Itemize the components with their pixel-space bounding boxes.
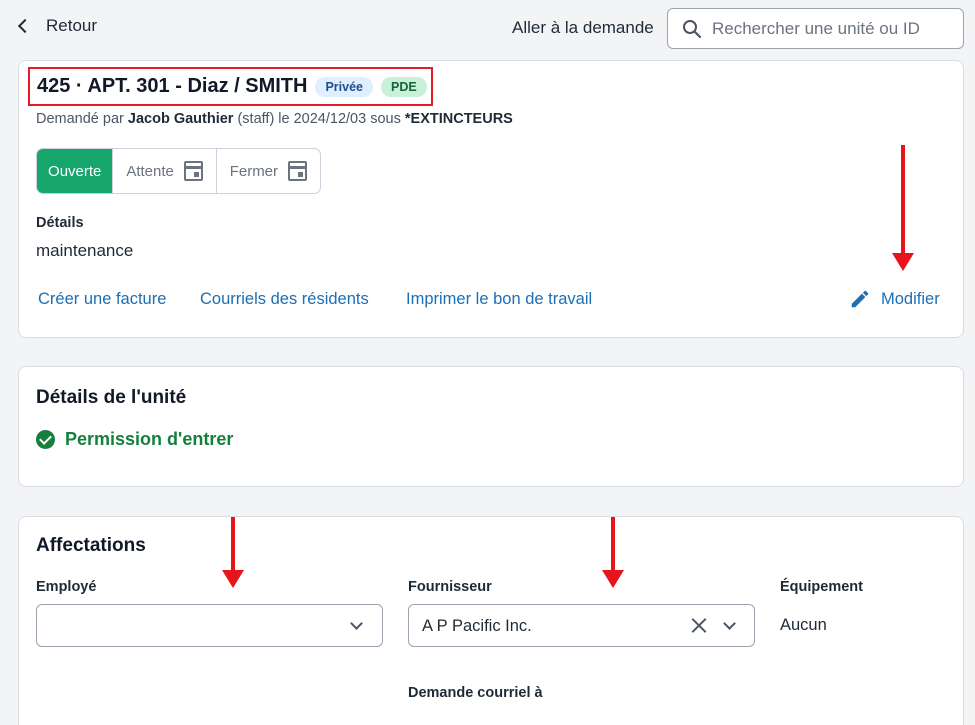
status-wait-label: Attente <box>126 162 174 180</box>
title-highlight-box: 425 · APT. 301 - Diaz / SMITH Privée PDE <box>28 67 433 106</box>
equipment-label: Équipement <box>780 579 863 595</box>
assignments-heading: Affectations <box>36 535 146 556</box>
employee-label: Employé <box>36 579 97 595</box>
entry-permission: Permission d'entrer <box>36 429 233 450</box>
details-value: maintenance <box>36 241 134 260</box>
modify-label: Modifier <box>881 289 940 308</box>
subtitle-middle: (staff) le 2024/12/03 sous <box>233 111 405 127</box>
status-open-label: Ouverte <box>48 162 102 180</box>
clear-icon[interactable] <box>690 616 708 634</box>
resident-emails-link[interactable]: Courriels des résidents <box>200 290 369 309</box>
status-toggle-group: Ouverte Attente Fermer <box>36 148 321 194</box>
calendar-icon <box>288 161 308 181</box>
top-bar: Retour Aller à la demande <box>0 0 975 58</box>
modify-button[interactable]: Modifier <box>849 288 940 310</box>
chevron-down-icon <box>723 617 736 630</box>
assignments-card: Affectations Employé Fournisseur A P Pac… <box>18 516 964 725</box>
request-subtitle: Demandé par Jacob Gauthier (staff) le 20… <box>36 111 513 127</box>
chevron-down-icon <box>350 617 363 630</box>
equipment-value: Aucun <box>780 616 827 634</box>
request-card: 425 · APT. 301 - Diaz / SMITH Privée PDE… <box>18 60 964 338</box>
status-wait-button[interactable]: Attente <box>113 149 217 193</box>
chevron-left-icon <box>17 18 33 34</box>
pencil-icon <box>851 290 869 308</box>
unit-details-heading: Détails de l'unité <box>36 387 187 408</box>
supplier-value: A P Pacific Inc. <box>422 617 532 635</box>
status-close-label: Fermer <box>229 162 279 180</box>
supplier-select[interactable]: A P Pacific Inc. <box>408 604 755 647</box>
status-close-button[interactable]: Fermer <box>217 149 320 193</box>
goto-request-label: Aller à la demande <box>512 18 654 37</box>
request-title: 425 · APT. 301 - Diaz / SMITH <box>37 75 308 97</box>
unit-details-card: Détails de l'unité Permission d'entrer <box>18 366 964 487</box>
check-circle-icon <box>36 430 55 449</box>
create-invoice-link[interactable]: Créer une facture <box>38 290 166 309</box>
employee-select[interactable] <box>36 604 383 647</box>
search-box[interactable] <box>667 8 964 49</box>
print-work-order-link[interactable]: Imprimer le bon de travail <box>406 290 592 309</box>
pde-badge: PDE <box>380 76 427 97</box>
request-category: *EXTINCTEURS <box>404 111 513 127</box>
request-email-label: Demande courriel à <box>408 685 543 701</box>
annotation-arrow <box>222 517 244 588</box>
annotation-arrow <box>602 517 624 588</box>
supplier-label: Fournisseur <box>408 579 492 595</box>
calendar-icon <box>183 161 203 181</box>
private-badge: Privée <box>315 76 373 97</box>
back-label: Retour <box>46 16 98 35</box>
search-input[interactable] <box>712 18 952 39</box>
back-button[interactable]: Retour <box>14 16 97 36</box>
subtitle-prefix: Demandé par <box>36 111 128 127</box>
status-open-button[interactable]: Ouverte <box>37 149 114 193</box>
search-icon <box>683 19 702 38</box>
entry-permission-label: Permission d'entrer <box>65 429 234 449</box>
details-label: Détails <box>36 215 84 231</box>
annotation-arrow <box>892 145 914 271</box>
requester-name: Jacob Gauthier <box>127 111 234 127</box>
